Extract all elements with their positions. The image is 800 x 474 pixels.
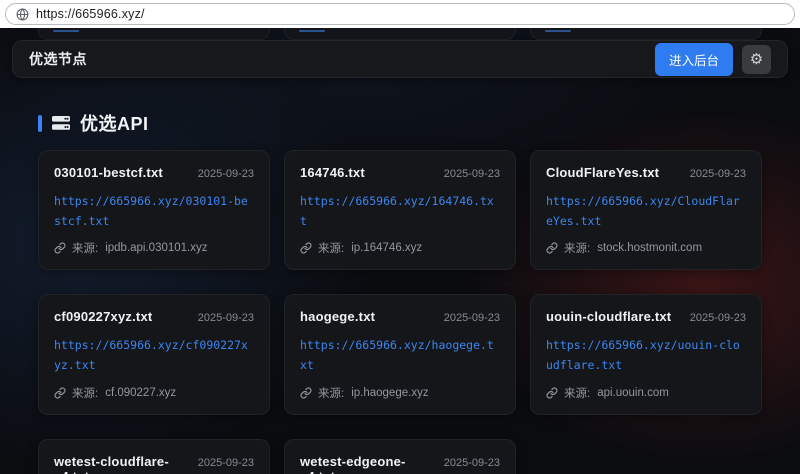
api-card: CloudFlareYes.txt 2025-09-23 https://665… (530, 150, 762, 270)
file-url-link[interactable]: https://665966.xyz/164746.txt (300, 191, 500, 231)
card-header: CloudFlareYes.txt 2025-09-23 (546, 165, 746, 180)
cutoff-link-fragment (299, 30, 325, 32)
source-row: 来源: cf.090227.xyz (54, 385, 254, 401)
file-date: 2025-09-23 (444, 312, 500, 324)
source-label: 来源: (72, 240, 98, 256)
site-header: 优选节点 进入后台 ⚙ (12, 40, 788, 78)
source-label: 来源: (318, 240, 344, 256)
file-name: CloudFlareYes.txt (546, 165, 659, 180)
server-icon (51, 114, 71, 132)
site-title: 优选节点 (29, 49, 87, 69)
cutoff-card (530, 28, 762, 40)
source-row: 来源: ip.164746.xyz (300, 240, 500, 256)
settings-button[interactable]: ⚙ (742, 45, 771, 74)
link-icon (546, 387, 558, 399)
file-name: 030101-bestcf.txt (54, 165, 163, 180)
file-name: uouin-cloudflare.txt (546, 309, 671, 324)
file-url-link[interactable]: https://665966.xyz/uouin-cloudflare.txt (546, 335, 746, 375)
cutoff-link-fragment (545, 30, 571, 32)
file-name: cf090227xyz.txt (54, 309, 152, 324)
browser-url-bar: https://665966.xyz/ (0, 0, 800, 28)
card-header: haogege.txt 2025-09-23 (300, 309, 500, 324)
file-date: 2025-09-23 (444, 168, 500, 180)
source-row: 来源: stock.hostmonit.com (546, 240, 746, 256)
page-background: 优选节点 进入后台 ⚙ 优选API 030101-bestcf.txt 2025… (0, 28, 800, 474)
source-label: 来源: (564, 240, 590, 256)
link-icon (300, 387, 312, 399)
file-url-link[interactable]: https://665966.xyz/CloudFlareYes.txt (546, 191, 746, 231)
source-domain: stock.hostmonit.com (597, 242, 702, 254)
cutoff-card-row (38, 28, 762, 40)
cutoff-card (38, 28, 270, 40)
source-domain: api.uouin.com (597, 387, 669, 399)
source-row: 来源: ipdb.api.030101.xyz (54, 240, 254, 256)
card-header: wetest-cloudflare-v4.txt 2025-09-23 (54, 454, 254, 474)
cutoff-link-fragment (53, 30, 79, 32)
gear-icon: ⚙ (750, 52, 763, 67)
card-header: uouin-cloudflare.txt 2025-09-23 (546, 309, 746, 324)
api-card: uouin-cloudflare.txt 2025-09-23 https://… (530, 294, 762, 414)
url-text: https://665966.xyz/ (36, 7, 145, 21)
file-name: 164746.txt (300, 165, 365, 180)
api-card: cf090227xyz.txt 2025-09-23 https://66596… (38, 294, 270, 414)
file-date: 2025-09-23 (690, 168, 746, 180)
source-row: 来源: ip.haogege.xyz (300, 385, 500, 401)
file-date: 2025-09-23 (198, 312, 254, 324)
file-name: haogege.txt (300, 309, 375, 324)
card-header: cf090227xyz.txt 2025-09-23 (54, 309, 254, 324)
source-domain: ip.haogege.xyz (351, 387, 428, 399)
link-icon (300, 242, 312, 254)
card-header: 164746.txt 2025-09-23 (300, 165, 500, 180)
link-icon (54, 387, 66, 399)
file-date: 2025-09-23 (198, 457, 254, 469)
link-icon (54, 242, 66, 254)
file-url-link[interactable]: https://665966.xyz/030101-bestcf.txt (54, 191, 254, 231)
card-header: 030101-bestcf.txt 2025-09-23 (54, 165, 254, 180)
source-domain: ip.164746.xyz (351, 242, 422, 254)
api-card: wetest-edgeone-v4.txt 2025-09-23 https:/… (284, 439, 516, 474)
source-label: 来源: (564, 385, 590, 401)
cutoff-card (284, 28, 516, 40)
source-domain: ipdb.api.030101.xyz (105, 242, 207, 254)
api-card: 164746.txt 2025-09-23 https://665966.xyz… (284, 150, 516, 270)
file-date: 2025-09-23 (198, 168, 254, 180)
site-info-globe-icon (16, 8, 29, 21)
section-title: 优选API (80, 110, 149, 136)
source-domain: cf.090227.xyz (105, 387, 176, 399)
source-label: 来源: (318, 385, 344, 401)
file-url-link[interactable]: https://665966.xyz/cf090227xyz.txt (54, 335, 254, 375)
file-url-link[interactable]: https://665966.xyz/haogege.txt (300, 335, 500, 375)
file-date: 2025-09-23 (690, 312, 746, 324)
api-card: haogege.txt 2025-09-23 https://665966.xy… (284, 294, 516, 414)
file-name: wetest-edgeone-v4.txt (300, 454, 436, 474)
api-card-grid: 030101-bestcf.txt 2025-09-23 https://665… (38, 150, 762, 474)
api-card: 030101-bestcf.txt 2025-09-23 https://665… (38, 150, 270, 270)
file-date: 2025-09-23 (444, 457, 500, 469)
accent-bar (38, 115, 42, 132)
enter-admin-button[interactable]: 进入后台 (655, 43, 733, 76)
section-heading: 优选API (38, 110, 149, 136)
file-name: wetest-cloudflare-v4.txt (54, 454, 190, 474)
source-row: 来源: api.uouin.com (546, 385, 746, 401)
url-input[interactable]: https://665966.xyz/ (5, 3, 795, 25)
api-card: wetest-cloudflare-v4.txt 2025-09-23 http… (38, 439, 270, 474)
source-label: 来源: (72, 385, 98, 401)
link-icon (546, 242, 558, 254)
card-header: wetest-edgeone-v4.txt 2025-09-23 (300, 454, 500, 474)
